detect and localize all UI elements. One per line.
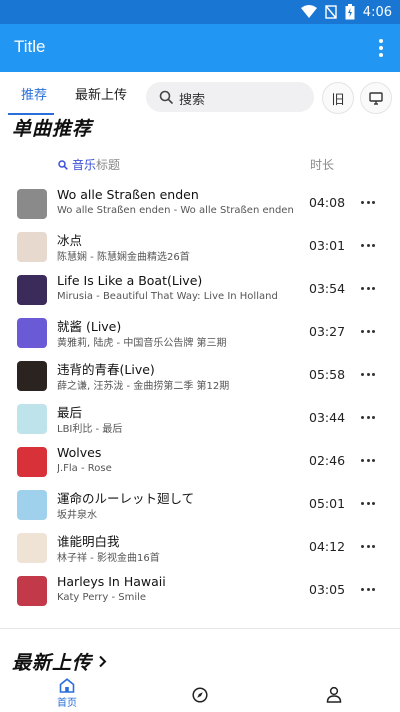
song-subtitle: Katy Perry - Smile [57,592,147,603]
song-title: 谁能明白我 [57,534,120,549]
more-options-icon[interactable] [361,287,375,291]
album-cover [17,275,47,305]
more-options-icon[interactable] [361,373,375,377]
song-title: Life Is Like a Boat(Live) [57,273,203,288]
song-duration: 03:05 [309,582,346,597]
song-duration: 04:12 [309,539,346,554]
more-options-icon[interactable] [361,459,375,463]
column-header-music-title[interactable]: 音乐标题 [58,156,120,173]
search-icon [58,159,68,170]
song-title: Wolves [57,445,102,460]
section-title-latest-upload: 最新上传 [12,652,93,674]
song-row[interactable]: 最后 LBI利比 - 最后 03:44 [0,400,400,440]
person-icon [326,686,342,703]
nav-home-label: 首页 [57,698,77,709]
section-latest-upload[interactable]: 最新上传 [12,648,107,675]
search-icon [159,90,173,104]
dot [379,39,383,43]
song-duration: 05:01 [309,496,346,511]
dot [379,46,383,50]
album-cover [17,361,47,391]
status-bar: 4:06 [0,0,400,24]
song-subtitle: 黄雅莉, 陆虎 - 中国音乐公告牌 第三期 [57,338,227,349]
column-music-word: 音乐 [72,158,97,172]
album-cover [17,404,47,434]
status-icons: 4:06 [300,3,392,21]
song-title: 违背的青春(Live) [57,362,155,377]
compass-icon [192,687,208,703]
app-bar: Title [0,24,400,72]
search-placeholder: 搜索 [179,93,206,108]
more-options-icon[interactable] [361,244,375,248]
song-row[interactable]: 運命のルーレット廻して坂井泉水 05:01 [0,486,400,526]
more-options-icon[interactable] [361,588,375,592]
song-row[interactable]: 违背的青春(Live) 薛之谦, 汪苏泷 - 金曲捞第二季 第12期 05:58 [0,357,400,397]
overflow-menu-button[interactable] [376,37,386,59]
chevron-right-icon [99,655,107,668]
song-subtitle: 坂井泉水 [57,510,97,521]
song-subtitle: 陈慧娴 - 陈慧娴金曲精选26首 [57,252,190,263]
album-cover [17,189,47,219]
status-time: 4:06 [362,4,392,20]
song-title: Wo alle Straßen enden [57,187,199,202]
monitor-icon [369,91,383,105]
nav-discover[interactable] [190,678,210,712]
app-title: Title [14,37,46,56]
monitor-button[interactable] [360,82,392,114]
battery-icon [345,4,355,20]
song-row[interactable]: Wolves J.Fla - Rose 02:46 [0,443,400,483]
song-title: 就酱 (Live) [57,319,122,334]
album-cover [17,533,47,563]
song-duration: 05:58 [309,367,346,382]
home-icon [59,678,75,693]
song-duration: 03:54 [309,281,346,296]
song-duration: 02:46 [309,453,346,468]
song-row[interactable]: Harleys In Hawaii Katy Perry - Smile 03:05 [0,572,400,612]
more-options-icon[interactable] [361,545,375,549]
old-version-button[interactable]: 旧 [322,82,354,114]
nav-home[interactable]: 首页 [52,678,82,712]
song-row[interactable]: 就酱 (Live) 黄雅莉, 陆虎 - 中国音乐公告牌 第三期 03:27 [0,314,400,354]
song-subtitle: Wo alle Straßen enden - Wo alle Straßen … [57,205,294,216]
song-duration: 03:44 [309,410,346,425]
song-row[interactable]: Wo alle Straßen enden Wo alle Straßen end… [0,185,400,225]
old-version-label: 旧 [331,92,345,108]
divider [0,628,400,629]
bottom-navigation: 首页 [0,678,400,712]
dot [379,53,383,57]
album-cover [17,576,47,606]
song-row[interactable]: 谁能明白我林子祥 - 影视金曲16首 04:12 [0,529,400,569]
album-cover [17,318,47,348]
more-options-icon[interactable] [361,201,375,205]
tab-recommend[interactable]: 推荐 [21,80,47,112]
no-signal-icon [325,5,337,19]
song-duration: 03:01 [309,238,346,253]
song-title: 最后 [57,405,83,420]
song-subtitle: LBI利比 - 最后 [57,424,123,435]
song-duration: 03:27 [309,324,346,339]
song-subtitle: J.Fla - Rose [57,463,112,474]
song-subtitle: 薛之谦, 汪苏泷 - 金曲捞第二季 第12期 [57,381,230,392]
song-title: 運命のルーレット廻して [57,491,195,506]
column-title-word: 标题 [96,158,121,172]
column-header-duration: 时长 [310,158,335,172]
song-title: 冰点 [57,233,83,248]
more-options-icon[interactable] [361,502,375,506]
more-options-icon[interactable] [361,416,375,420]
album-cover [17,447,47,477]
wifi-icon [300,5,317,18]
section-title-single-recommend: 单曲推荐 [12,118,93,140]
more-options-icon[interactable] [361,330,375,334]
album-cover [17,232,47,262]
nav-profile[interactable] [324,678,344,712]
song-subtitle: 林子祥 - 影视金曲16首 [57,553,160,564]
tab-latest-upload[interactable]: 最新上传 [75,80,127,112]
album-cover [17,490,47,520]
song-row[interactable]: Life Is Like a Boat(Live) Mirusia - Beaut… [0,271,400,311]
song-subtitle: Mirusia - Beautiful That Way: Live In Ho… [57,291,278,302]
song-row[interactable]: 冰点陈慧娴 - 陈慧娴金曲精选26首 03:01 [0,228,400,268]
song-title: Harleys In Hawaii [57,574,166,589]
search-input[interactable]: 搜索 [146,82,314,112]
song-duration: 04:08 [309,195,346,210]
